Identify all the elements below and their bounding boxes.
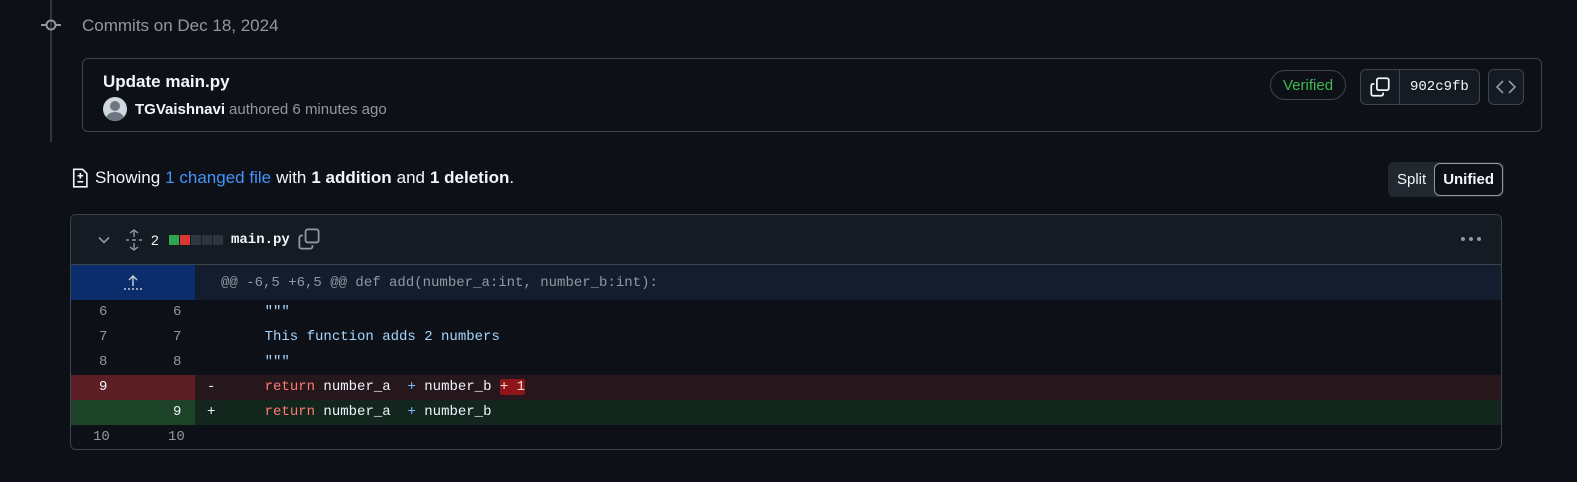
diff-marker (195, 300, 231, 325)
code-line: return number_a + number_b (231, 400, 492, 425)
keyword-return: return (264, 379, 316, 395)
hunk-header: @@ -6,5 +6,5 @@ def add(number_a:int, nu… (221, 274, 658, 291)
diff-summary: Showing 1 changed file with 1 addition a… (70, 168, 514, 188)
code-token: number_a (315, 379, 408, 395)
copy-icon (1370, 77, 1390, 97)
commit-node-icon (41, 19, 61, 31)
keyword-return: return (264, 404, 316, 420)
new-line-number[interactable]: 7 (133, 325, 195, 350)
commit-meta: TGVaishnavi authored 6 minutes ago (103, 97, 387, 121)
old-line-number (71, 400, 133, 425)
commits-date-heading: Commits on Dec 18, 2024 (82, 16, 279, 35)
chevron-down-icon[interactable] (96, 232, 112, 248)
avatar-icon[interactable] (103, 97, 127, 121)
code-line: return number_a + number_b + 1 (231, 375, 526, 400)
old-line-number[interactable]: 8 (71, 350, 133, 375)
split-view-button[interactable]: Split (1389, 163, 1434, 196)
operator-token: + (407, 379, 416, 395)
code-line: """ (231, 354, 290, 370)
sha-button-group: 902c9fb (1360, 69, 1480, 105)
hunk-header-row: @@ -6,5 +6,5 @@ def add(number_a:int, nu… (71, 265, 1501, 300)
expand-up-icon (124, 274, 142, 290)
expand-up-button[interactable] (71, 265, 195, 300)
copy-sha-button[interactable] (1361, 70, 1400, 104)
new-line-number[interactable]: 9 (133, 400, 195, 425)
commit-sha[interactable]: 902c9fb (1400, 70, 1479, 104)
code-line: """ (231, 304, 290, 320)
file-name-link[interactable]: main.py (231, 232, 290, 248)
deleted-line: 9 - return number_a + number_b + 1 (71, 375, 1501, 400)
old-line-number[interactable]: 6 (71, 300, 133, 325)
deletions-count: 1 deletion (429, 168, 510, 187)
unified-view-button[interactable]: Unified (1434, 163, 1504, 196)
diffstat-neutral (213, 235, 223, 245)
summary-and: and (396, 168, 425, 187)
commit-card: Update main.py TGVaishnavi authored 6 mi… (82, 58, 1542, 132)
diff-marker: + (207, 404, 216, 420)
file-diff-icon (72, 168, 88, 188)
diff-marker: - (207, 379, 216, 395)
diff-line: 10 10 (71, 425, 1501, 449)
additions-count: 1 addition (311, 168, 392, 187)
copy-icon[interactable] (298, 228, 320, 250)
operator-token: + (407, 404, 416, 420)
summary-showing: Showing (95, 168, 161, 187)
file-diff: 2 main.py @@ -6,5 +6,5 @@ def add(number… (70, 214, 1502, 450)
diff-line: 8 8 """ (71, 350, 1501, 375)
old-line-number[interactable]: 7 (71, 325, 133, 350)
new-line-number[interactable]: 10 (133, 425, 195, 449)
code-token: number_b (415, 404, 492, 420)
new-line-number[interactable]: 8 (133, 350, 195, 375)
kebab-icon[interactable] (1459, 229, 1483, 249)
code-line: This function adds 2 numbers (231, 329, 500, 345)
diffstat-neutral (191, 235, 201, 245)
file-header: 2 main.py (71, 215, 1501, 265)
code-token: number_b (415, 379, 500, 395)
expand-icon[interactable] (124, 229, 144, 251)
diffstat-neutral (202, 235, 212, 245)
new-line-number (133, 375, 195, 400)
code-token: number_a (315, 404, 408, 420)
diff-marker (195, 425, 231, 449)
browse-repo-button[interactable] (1488, 69, 1524, 105)
diffstat-bar (169, 235, 223, 245)
diffstat-del (180, 235, 190, 245)
change-count: 2 (151, 232, 159, 248)
diff-marker (195, 325, 231, 350)
diffstat-add (169, 235, 179, 245)
diff-view-toggle: Split Unified (1388, 162, 1505, 197)
code-icon (1496, 80, 1516, 94)
diff-line: 6 6 """ (71, 300, 1501, 325)
added-line: 9 + return number_a + number_b (71, 400, 1501, 425)
commit-title[interactable]: Update main.py (103, 72, 230, 92)
diff-line: 7 7 This function adds 2 numbers (71, 325, 1501, 350)
deleted-highlight: + 1 (499, 379, 526, 395)
authored-time: authored 6 minutes ago (229, 100, 387, 118)
new-line-number[interactable]: 6 (133, 300, 195, 325)
diff-marker (195, 350, 231, 375)
verified-badge[interactable]: Verified (1270, 70, 1347, 100)
changed-files-link[interactable]: 1 changed file (165, 168, 271, 188)
old-line-number[interactable]: 10 (71, 425, 133, 449)
author-link[interactable]: TGVaishnavi (135, 101, 225, 118)
summary-with: with (276, 168, 307, 187)
old-line-number[interactable]: 9 (71, 375, 133, 400)
summary-period: . (509, 168, 515, 187)
